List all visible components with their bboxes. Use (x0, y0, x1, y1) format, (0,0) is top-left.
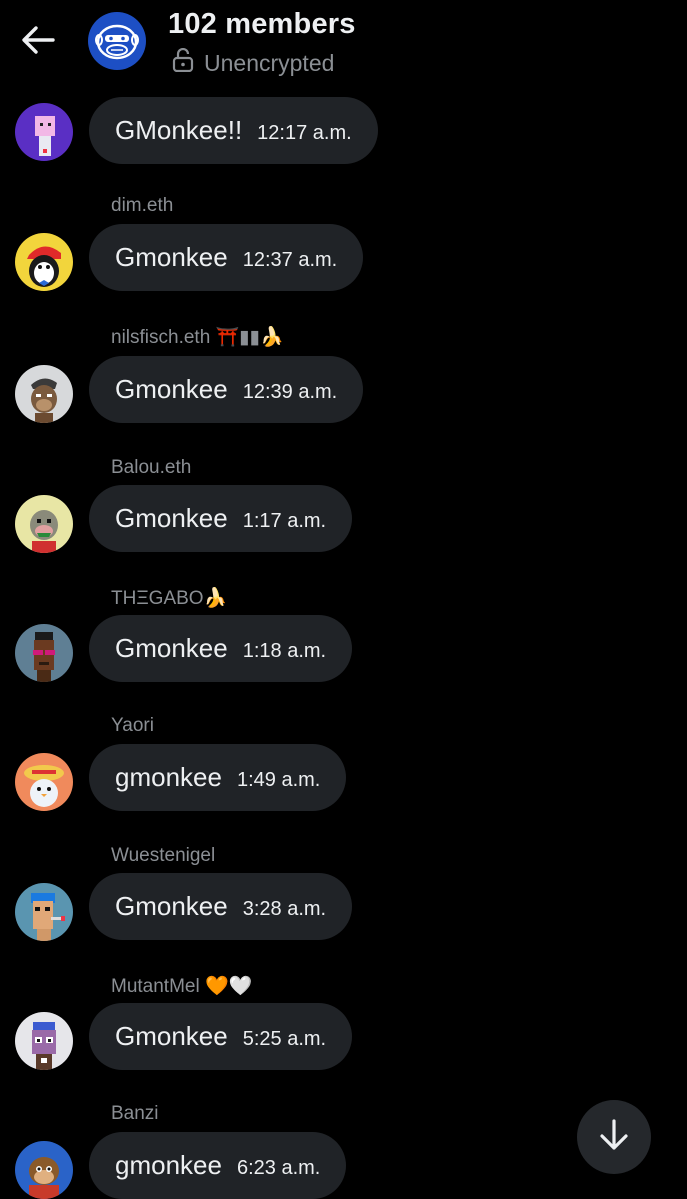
message-text: Gmonkee (115, 1021, 228, 1051)
message-bubble[interactable]: Gmonkee 3:28 a.m. (89, 873, 353, 940)
arrow-down-icon (598, 1118, 630, 1157)
encryption-label: Unencrypted (204, 49, 335, 76)
avatar[interactable] (15, 1012, 73, 1070)
message-bubble[interactable]: GMonkee!! 12:17 a.m. (89, 97, 378, 164)
sender-name: dim.eth (111, 195, 174, 216)
back-button[interactable] (18, 22, 58, 62)
message-text: Gmonkee (115, 242, 228, 272)
message-text: Gmonkee (115, 633, 228, 663)
message-time: 1:49 a.m. (236, 769, 321, 791)
message-bubble[interactable]: Gmonkee 12:37 a.m. (89, 224, 364, 291)
scroll-to-bottom-button[interactable] (577, 1100, 651, 1174)
message-time: 3:28 a.m. (242, 898, 327, 920)
unlocked-padlock-icon (172, 47, 194, 78)
avatar[interactable] (15, 233, 73, 291)
avatar[interactable] (15, 495, 73, 553)
encryption-status: Unencrypted (172, 47, 335, 78)
message-bubble[interactable]: Gmonkee 1:18 a.m. (89, 615, 353, 682)
avatar[interactable] (15, 103, 73, 161)
message-time: 5:25 a.m. (242, 1028, 327, 1050)
message-time: 6:23 a.m. (236, 1157, 321, 1179)
message-text: gmonkee (115, 1150, 222, 1180)
message-bubble[interactable]: Gmonkee 12:39 a.m. (89, 356, 364, 423)
message-text: Gmonkee (115, 891, 228, 921)
message-text: Gmonkee (115, 503, 228, 533)
message-time: 12:39 a.m. (242, 381, 338, 403)
message-text: Gmonkee (115, 374, 228, 404)
message-bubble[interactable]: gmonkee 1:49 a.m. (89, 744, 347, 811)
sender-name: nilsfisch.eth ⛩️▮▮🍌 (111, 327, 284, 348)
conversation-title[interactable]: 102 members (168, 8, 356, 41)
message-text: GMonkee!! (115, 115, 243, 145)
message-bubble[interactable]: Gmonkee 1:17 a.m. (89, 485, 353, 552)
message-bubble[interactable]: Gmonkee 5:25 a.m. (89, 1003, 353, 1070)
avatar[interactable] (15, 753, 73, 811)
message-time: 12:17 a.m. (257, 122, 352, 144)
message-bubble[interactable]: gmonkee 6:23 a.m. (89, 1132, 347, 1199)
sender-name: THΞGABO🍌 (111, 588, 228, 609)
sender-name: Balou.eth (111, 457, 192, 478)
sender-name: Banzi (111, 1103, 159, 1124)
avatar[interactable] (15, 365, 73, 423)
message-time: 1:18 a.m. (242, 640, 327, 662)
monkey-face-icon (88, 24, 146, 70)
sender-name: Wuestenigel (111, 845, 216, 866)
message-time: 12:37 a.m. (242, 249, 338, 271)
group-avatar[interactable] (88, 12, 146, 70)
arrow-left-icon (21, 25, 55, 60)
conversation-header: 102 members Unencrypted (0, 0, 687, 92)
message-text: gmonkee (115, 762, 222, 792)
message-list[interactable]: GMonkee!! 12:17 a.m. dim.eth Gmonkee 12:… (0, 0, 687, 1199)
avatar[interactable] (15, 883, 73, 941)
sender-name: Yaori (111, 715, 154, 736)
sender-name: MutantMel 🧡🤍 (111, 976, 253, 997)
avatar[interactable] (15, 1141, 73, 1199)
avatar[interactable] (15, 624, 73, 682)
message-time: 1:17 a.m. (242, 510, 327, 532)
